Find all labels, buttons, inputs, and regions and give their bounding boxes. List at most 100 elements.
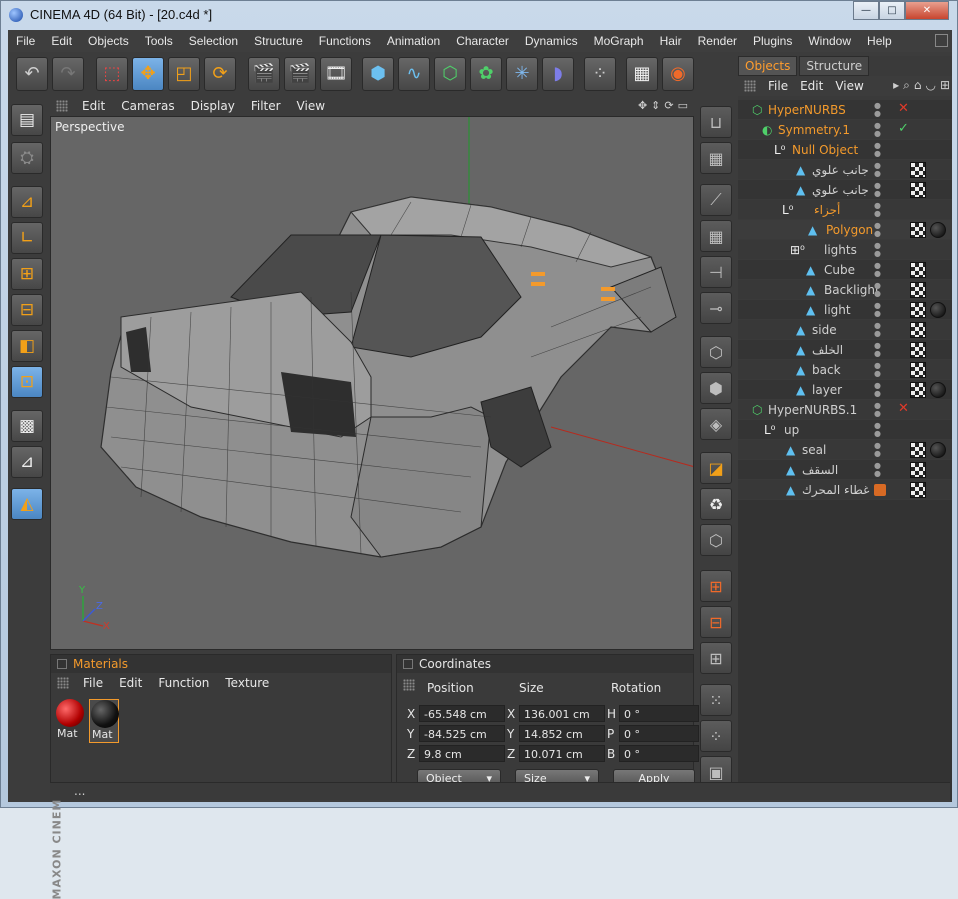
object-row-rear[interactable]: ▲ الخلف ● ●	[738, 340, 952, 360]
disabled-cross-icon[interactable]: ✕	[898, 401, 909, 416]
texture-mode-button[interactable]: ◧	[11, 330, 43, 362]
visibility-dots-icon[interactable]: ● ●	[874, 222, 881, 238]
visibility-dots-icon[interactable]: ● ●	[874, 462, 881, 478]
visibility-dots-icon[interactable]: ● ●	[874, 202, 881, 218]
texture-tag-icon[interactable]	[910, 262, 926, 278]
visibility-dots-icon[interactable]: ● ●	[874, 162, 881, 178]
undo-button[interactable]: ↶	[16, 57, 48, 91]
tab-structure[interactable]: Structure	[799, 56, 870, 76]
om-search-icon[interactable]: ⌕	[903, 78, 910, 93]
mat-menu-edit[interactable]: Edit	[111, 676, 150, 690]
use-object-button[interactable]: ⛭	[11, 142, 43, 174]
tool-dots-button[interactable]: ⁙	[700, 684, 732, 716]
menu-animation[interactable]: Animation	[379, 30, 448, 52]
tool-dots2-button[interactable]: ⁘	[700, 720, 732, 752]
texture-tag-icon[interactable]	[910, 442, 926, 458]
om-more-arrow-icon[interactable]: ▸	[893, 78, 899, 93]
rotation-h-field[interactable]: 0 °	[619, 705, 699, 722]
add-spline-button[interactable]: ∿	[398, 57, 430, 91]
object-row-hood[interactable]: ▲ غطاء المحرك	[738, 480, 952, 500]
viewport-menu-cameras[interactable]: Cameras	[113, 99, 182, 113]
object-row-hypernurbs[interactable]: ⬡ HyperNURBS ● ● ✕	[738, 100, 952, 120]
object-row-hypernurbs-1[interactable]: ⬡ HyperNURBS.1 ● ● ✕	[738, 400, 952, 420]
use-model-button[interactable]: ▤	[11, 104, 43, 136]
scene-objects-button[interactable]: ◭	[11, 488, 43, 520]
add-array-button[interactable]: ✿	[470, 57, 502, 91]
add-deformer-button[interactable]: ✳	[506, 57, 538, 91]
material-tag-icon[interactable]	[930, 442, 946, 458]
visibility-dots-icon[interactable]: ● ●	[874, 122, 881, 138]
minimize-button[interactable]: —	[853, 1, 879, 20]
maximize-button[interactable]: □	[879, 1, 905, 20]
menu-edit[interactable]: Edit	[43, 30, 80, 52]
points-mode-button[interactable]: ∟	[11, 222, 43, 254]
visibility-dots-icon[interactable]: ● ●	[874, 102, 881, 118]
rotate-tool-button[interactable]: ⟳	[204, 57, 236, 91]
menu-plugins[interactable]: Plugins	[745, 30, 800, 52]
mat-menu-function[interactable]: Function	[150, 676, 217, 690]
panel-toggle-icon[interactable]	[57, 659, 67, 669]
visibility-dots-icon[interactable]: ● ●	[874, 382, 881, 398]
object-row-parts[interactable]: L⁰ أجزاء ● ●	[738, 200, 952, 220]
om-menu-view[interactable]: View	[829, 79, 869, 93]
layout-corner-icon[interactable]	[935, 34, 948, 47]
object-row-lights[interactable]: ⊞⁰ lights ● ●	[738, 240, 952, 260]
texture-tag-icon[interactable]	[910, 282, 926, 298]
visibility-dots-icon[interactable]: ● ●	[874, 442, 881, 458]
texture-tag-icon[interactable]	[910, 302, 926, 318]
visibility-dots-icon[interactable]: ● ●	[874, 142, 881, 158]
texture-tag-icon[interactable]	[910, 382, 926, 398]
texture-tag-icon[interactable]	[910, 182, 926, 198]
menu-mograph[interactable]: MoGraph	[586, 30, 652, 52]
workplane-button[interactable]: ⊡	[11, 366, 43, 398]
add-cube-button[interactable]: ⬢	[362, 57, 394, 91]
object-row-null-object[interactable]: L⁰ Null Object ● ●	[738, 140, 952, 160]
tool-recycle-button[interactable]: ♻	[700, 488, 732, 520]
om-menu-file[interactable]: File	[762, 79, 794, 93]
add-environment-button[interactable]: ◗	[542, 57, 574, 91]
texture-tag-icon[interactable]	[910, 362, 926, 378]
edges-mode-button[interactable]: ⊞	[11, 258, 43, 290]
material-tag-icon[interactable]	[930, 382, 946, 398]
visibility-dots-icon[interactable]: ● ●	[874, 362, 881, 378]
object-row-up[interactable]: L⁰ up ● ●	[738, 420, 952, 440]
object-row-roof[interactable]: ▲ السقف ● ●	[738, 460, 952, 480]
axis-button[interactable]: ⊿	[11, 186, 43, 218]
object-row-polygon[interactable]: ▲ Polygon ● ●	[738, 220, 952, 240]
position-y-field[interactable]: -84.525 cm	[419, 725, 505, 742]
live-selection-button[interactable]: ⬚	[96, 57, 128, 91]
add-camera-button[interactable]: ◉	[662, 57, 694, 91]
tool-grid-button[interactable]: ▦	[700, 142, 732, 174]
position-x-field[interactable]: -65.548 cm	[419, 705, 505, 722]
object-row-back[interactable]: ▲ back ● ●	[738, 360, 952, 380]
viewport-menu-filter[interactable]: Filter	[243, 99, 289, 113]
material-swatch-red[interactable]: Mat	[55, 699, 85, 743]
tool-align-button[interactable]: ⊣	[700, 256, 732, 288]
tool-grid-snap-button[interactable]: ⊞	[700, 642, 732, 674]
panel-toggle-icon[interactable]	[403, 659, 413, 669]
menu-hair[interactable]: Hair	[652, 30, 690, 52]
om-menu-edit[interactable]: Edit	[794, 79, 829, 93]
material-tag-icon[interactable]	[930, 222, 946, 238]
texture-tag-icon[interactable]	[910, 222, 926, 238]
tool-mirror-button[interactable]: ⊟	[700, 606, 732, 638]
viewport-menu-view[interactable]: View	[289, 99, 333, 113]
disabled-cross-icon[interactable]: ✕	[898, 101, 909, 116]
visibility-dots-icon[interactable]: ● ●	[874, 422, 881, 438]
menu-file[interactable]: File	[8, 30, 43, 52]
scale-tool-button[interactable]: ◰	[168, 57, 200, 91]
zoom-icon[interactable]: ⇕	[651, 99, 660, 112]
tool-box-button[interactable]: ⬡	[700, 524, 732, 556]
material-swatch-black[interactable]: Mat	[89, 699, 119, 743]
visibility-dots-icon[interactable]: ● ●	[874, 322, 881, 338]
render-view-button[interactable]: 🎬	[248, 57, 280, 91]
redo-button[interactable]: ↷	[52, 57, 84, 91]
om-eye-icon[interactable]: ◡	[925, 78, 935, 93]
close-button[interactable]: ✕	[905, 1, 949, 20]
object-row-upper-side-2[interactable]: ▲ جانب علوي ● ●	[738, 180, 952, 200]
mat-menu-file[interactable]: File	[75, 676, 111, 690]
polygons-mode-button[interactable]: ⊟	[11, 294, 43, 326]
om-home-icon[interactable]: ⌂	[914, 78, 922, 93]
layer-color-icon[interactable]	[874, 484, 886, 496]
mat-menu-texture[interactable]: Texture	[217, 676, 277, 690]
